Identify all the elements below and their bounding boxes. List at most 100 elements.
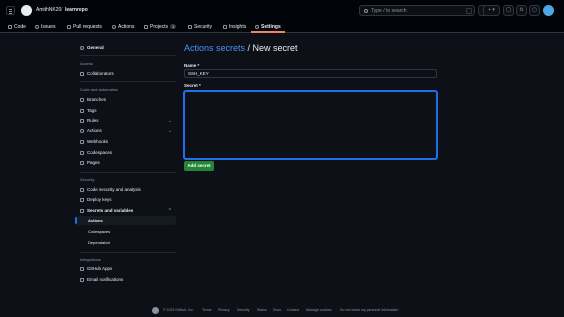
play-icon (112, 24, 116, 29)
github-footer-logo-icon[interactable] (152, 307, 159, 314)
tab-pull-requests[interactable]: Pull requests (67, 22, 102, 31)
pull-requests-icon[interactable]: ⇅ (516, 5, 527, 16)
github-logo-icon[interactable] (21, 5, 32, 16)
tab-label: Code (14, 23, 26, 30)
command-palette-icon[interactable] (466, 7, 472, 14)
sidebar-item-tags[interactable]: Tags (76, 106, 176, 115)
sidebar-item-label: Code security and analysis (87, 187, 141, 192)
footer-link-manage-cookies[interactable]: Manage cookies (306, 308, 332, 312)
sidebar-item-code-security[interactable]: Code security and analysis (76, 185, 176, 194)
sidebar-item-pages[interactable]: Pages (76, 158, 176, 167)
tab-label: Insights (229, 23, 247, 30)
sidebar-item-rules[interactable]: Rules ⌄ (76, 116, 176, 125)
footer-copyright: © 2023 GitHub, Inc. (163, 308, 194, 312)
search-icon (364, 8, 368, 13)
sidebar-subitem-dependabot[interactable]: Dependabot (76, 238, 176, 247)
people-icon (80, 71, 84, 76)
add-secret-button[interactable]: Add secret (184, 161, 214, 171)
issues-icon[interactable]: ◯ (503, 5, 514, 16)
graph-icon (223, 24, 227, 29)
sidebar-item-label: Actions (87, 128, 102, 133)
search-placeholder: Type / to search (371, 8, 407, 14)
tab-label: Pull requests (73, 23, 102, 30)
divider (80, 172, 176, 173)
repo-name-link[interactable]: learnrepo (65, 7, 88, 13)
footer-link-terms[interactable]: Terms (202, 308, 212, 312)
active-tab-indicator (251, 31, 285, 33)
divider (80, 252, 176, 253)
tag-icon (80, 108, 84, 113)
sidebar-item-label: Pages (87, 160, 100, 165)
sidebar-item-label: Rules (87, 118, 99, 123)
pull-request-icon (67, 24, 71, 29)
branch-icon (80, 97, 84, 102)
footer-link-docs[interactable]: Docs (273, 308, 281, 312)
page-title-current: / New secret (245, 43, 298, 53)
key-icon (80, 197, 84, 202)
footer-link-contact[interactable]: Contact (287, 308, 299, 312)
section-heading-code-automation: Code and automation (80, 87, 119, 92)
footer-link-privacy[interactable]: Privacy (218, 308, 229, 312)
sidebar-item-actions[interactable]: Actions ⌄ (76, 126, 176, 135)
tab-projects[interactable]: Projects 1 (144, 22, 177, 31)
secret-value-textarea[interactable] (184, 91, 437, 159)
sidebar-subitem-codespaces[interactable]: Codespaces (76, 227, 176, 236)
sidebar-item-email-notifications[interactable]: Email notifications (76, 275, 176, 284)
tab-code[interactable]: Code (8, 22, 26, 31)
sidebar-item-webhooks[interactable]: Webhooks (76, 137, 176, 146)
footer-link-do-not-share[interactable]: Do not share my personal information (340, 308, 398, 312)
sidebar-item-deploy-keys[interactable]: Deploy keys (76, 195, 176, 204)
tab-insights[interactable]: Insights (223, 22, 246, 31)
webhook-icon (80, 139, 84, 144)
sidebar-item-secrets-variables[interactable]: Secrets and variables ⌃ (76, 206, 176, 215)
breadcrumb-separator: / (61, 7, 63, 13)
sidebar-item-label: Codespaces (87, 150, 113, 155)
sidebar-item-label: Actions (88, 218, 103, 223)
projects-count: 1 (170, 24, 177, 29)
codescan-icon (80, 187, 84, 192)
section-heading-integrations: Integrations (80, 257, 101, 262)
asterisk-icon (80, 208, 84, 213)
notifications-icon[interactable]: ▢ (529, 5, 540, 16)
table-icon (144, 24, 148, 29)
tab-label: Settings (261, 23, 281, 30)
apps-icon (80, 266, 84, 271)
tab-settings[interactable]: Settings (255, 22, 281, 31)
sidebar-item-label: Deploy keys (87, 197, 112, 202)
sidebar-item-github-apps[interactable]: GitHub Apps (76, 264, 176, 273)
sidebar-item-label: General (87, 45, 104, 50)
code-icon (8, 24, 12, 29)
sidebar-item-label: Email notifications (87, 277, 124, 282)
sidebar-item-label: GitHub Apps (87, 266, 113, 271)
name-label: Name * (184, 63, 200, 68)
footer-link-status[interactable]: Status (257, 308, 267, 312)
actions-secrets-link[interactable]: Actions secrets (184, 43, 245, 53)
mail-icon (80, 277, 84, 282)
tab-issues[interactable]: Issues (35, 22, 55, 31)
sidebar-item-label: Webhooks (87, 139, 109, 144)
secret-name-input[interactable]: SSH_KEY (184, 69, 437, 78)
tab-label: Projects (150, 23, 169, 30)
avatar[interactable] (543, 5, 554, 16)
footer-link-security[interactable]: Security (237, 308, 250, 312)
sidebar-item-codespaces[interactable]: Codespaces (76, 148, 176, 157)
repo-owner-link[interactable]: AmithNK20 (36, 7, 61, 13)
page-title: Actions secrets / New secret (184, 43, 298, 53)
tab-label: Actions (118, 23, 135, 30)
create-new-button[interactable]: + ▾ (483, 5, 500, 16)
codespaces-icon (80, 150, 84, 155)
browser-icon (80, 160, 84, 165)
menu-icon[interactable] (6, 6, 15, 15)
tab-actions[interactable]: Actions (112, 22, 134, 31)
search-input[interactable]: Type / to search (359, 5, 475, 16)
play-icon (80, 128, 84, 133)
sidebar-item-branches[interactable]: Branches (76, 95, 176, 104)
sidebar-item-collaborators[interactable]: Collaborators (76, 69, 176, 78)
sidebar-item-general[interactable]: General (76, 43, 176, 52)
chevron-down-icon: ⌄ (167, 117, 172, 124)
tab-security[interactable]: Security (188, 22, 212, 31)
gear-icon (80, 45, 84, 50)
sidebar-item-label: Branches (87, 97, 107, 102)
sidebar-subitem-actions[interactable]: Actions (75, 216, 176, 225)
tab-label: Issues (41, 23, 56, 30)
